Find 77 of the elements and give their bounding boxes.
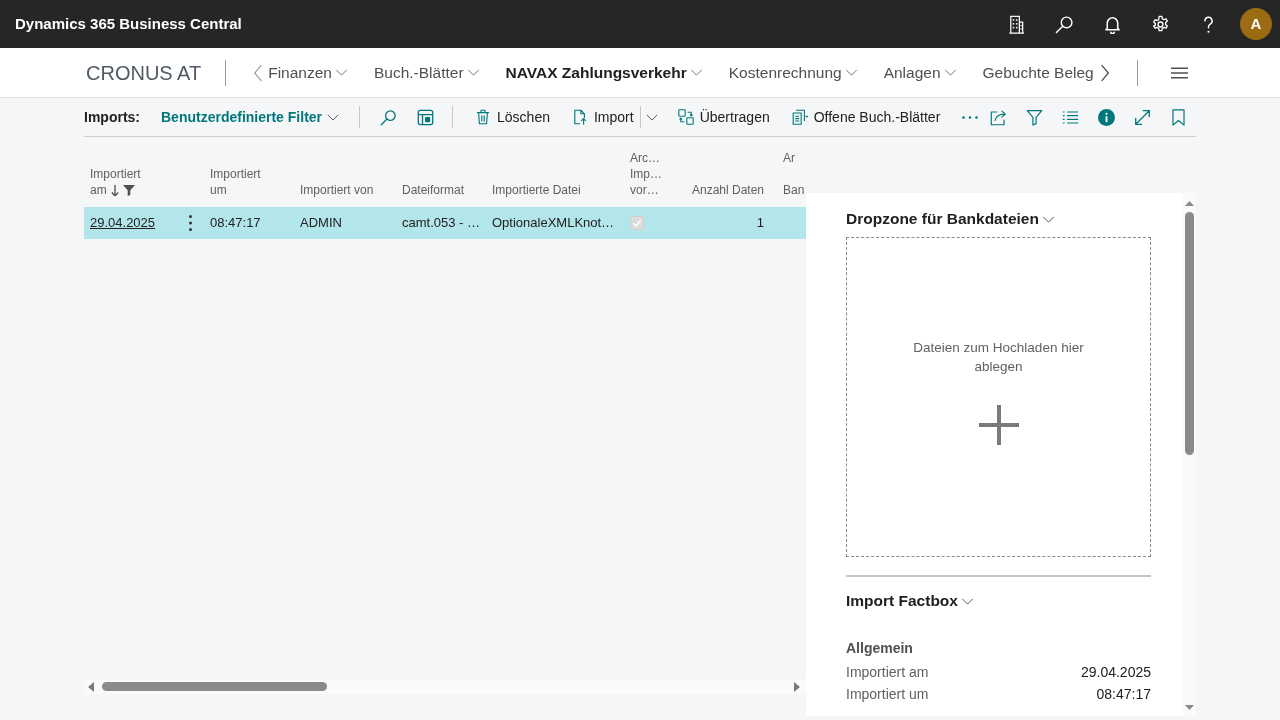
record-count: 1 <box>756 214 764 233</box>
bell-icon[interactable] <box>1102 14 1122 34</box>
chevron-down-icon <box>943 69 957 76</box>
scrollbar-thumb[interactable] <box>102 682 327 691</box>
column-header[interactable]: Arc… Imp… vor… <box>624 150 680 198</box>
scroll-up-icon[interactable] <box>1185 201 1194 206</box>
file-format: camt.053 - … <box>402 214 481 233</box>
transfer-icon <box>677 109 694 125</box>
chevron-down-icon <box>1041 215 1055 223</box>
nav-menu-item[interactable]: NAVAX Zahlungsverkehr <box>505 60 703 85</box>
factbox-title[interactable]: Import Factbox <box>846 591 974 611</box>
nav-menu-item[interactable]: Buch.-Blätter <box>373 60 480 85</box>
import-time: 08:47:17 <box>210 214 261 233</box>
imported-by: ADMIN <box>300 214 342 233</box>
file-name: OptionaleXMLKnot… <box>492 214 615 233</box>
plus-icon <box>978 405 1019 445</box>
import-date-link[interactable]: 29.04.2025 <box>90 213 156 233</box>
column-header[interactable]: Anzahl Daten <box>680 150 780 198</box>
bookmark-icon[interactable] <box>1169 108 1187 126</box>
chevron-down-icon[interactable] <box>645 113 658 121</box>
field-value: 08:47:17 <box>1096 685 1151 704</box>
nav-menu-item[interactable]: Kostenrechnung <box>728 60 858 85</box>
column-header[interactable]: Importiert von <box>294 150 396 198</box>
filter-icon[interactable] <box>1025 108 1043 126</box>
column-header[interactable]: Dateiformat <box>396 150 486 198</box>
sort-down-icon <box>110 184 119 196</box>
import-button[interactable]: Import <box>571 106 634 128</box>
column-header[interactable]: Importiert am <box>84 150 204 198</box>
company-name[interactable]: CRONUS AT <box>86 57 202 88</box>
field-label: Importiert am <box>846 663 929 682</box>
panel-icon[interactable] <box>417 108 435 126</box>
documents-icon <box>791 109 808 125</box>
list-icon[interactable] <box>1061 108 1079 126</box>
horizontal-scrollbar[interactable] <box>84 679 806 694</box>
more-vertical-icon[interactable] <box>189 215 192 231</box>
scroll-down-icon[interactable] <box>1185 705 1194 710</box>
settings-icon[interactable] <box>1150 14 1170 34</box>
info-icon[interactable] <box>1097 108 1115 126</box>
chevron-down-icon <box>689 69 703 76</box>
user-avatar[interactable]: A <box>1240 8 1272 40</box>
share-icon[interactable] <box>989 108 1007 126</box>
app-title: Dynamics 365 Business Central <box>15 13 242 34</box>
table-row[interactable]: 29.04.2025 08:47:17 ADMIN camt.053 - … OptionaleXMLKnot… 1 <box>84 207 806 239</box>
group-heading: Allgemein <box>846 639 913 658</box>
chevron-down-icon <box>334 69 348 76</box>
filter-icon <box>122 184 135 196</box>
field-value: 29.04.2025 <box>1080 663 1151 682</box>
expand-icon[interactable] <box>1133 108 1151 126</box>
file-arrow-icon <box>571 109 588 125</box>
toolbar-caption: Imports: <box>84 107 140 127</box>
nav-menu-item[interactable]: Anlagen <box>883 60 957 85</box>
column-header[interactable]: Importiert um <box>204 150 294 198</box>
building-icon[interactable] <box>1006 14 1026 34</box>
scrollbar-thumb[interactable] <box>1185 212 1194 455</box>
drop-zone[interactable]: Dateien zum Hochladen hier ablegen <box>846 237 1151 557</box>
search-icon[interactable] <box>1054 14 1074 34</box>
nav-menu-item[interactable]: Finanzen <box>268 60 348 85</box>
chevron-down-icon <box>466 69 480 76</box>
scroll-right-icon[interactable] <box>794 681 800 692</box>
column-header[interactable]: Ar Ban <box>780 150 806 198</box>
nav-menu-item[interactable]: Gebuchte Beleg <box>982 60 1094 85</box>
transfer-button[interactable]: Übertragen <box>677 106 770 128</box>
scroll-left-icon[interactable] <box>88 681 94 692</box>
trash-icon <box>475 109 492 125</box>
vertical-scrollbar[interactable] <box>1183 193 1196 716</box>
menu-icon[interactable] <box>1170 66 1188 79</box>
filter-dropdown[interactable]: Benutzerdefinierte Filter <box>161 106 340 128</box>
chevron-down-icon <box>960 597 974 605</box>
chevron-down-icon <box>327 113 340 121</box>
factbox-title[interactable]: Dropzone für Bankdateien <box>846 209 1055 229</box>
journals-button[interactable]: Offene Buch.-Blätter <box>791 106 941 128</box>
field-label: Importiert um <box>846 685 929 704</box>
column-header[interactable]: Importierte Datei <box>486 150 624 198</box>
drop-hint: Dateien zum Hochladen hier ablegen <box>912 339 1085 376</box>
ellipsis-icon[interactable] <box>962 115 979 119</box>
chevron-down-icon <box>844 69 858 76</box>
delete-button[interactable]: Löschen <box>475 106 550 128</box>
